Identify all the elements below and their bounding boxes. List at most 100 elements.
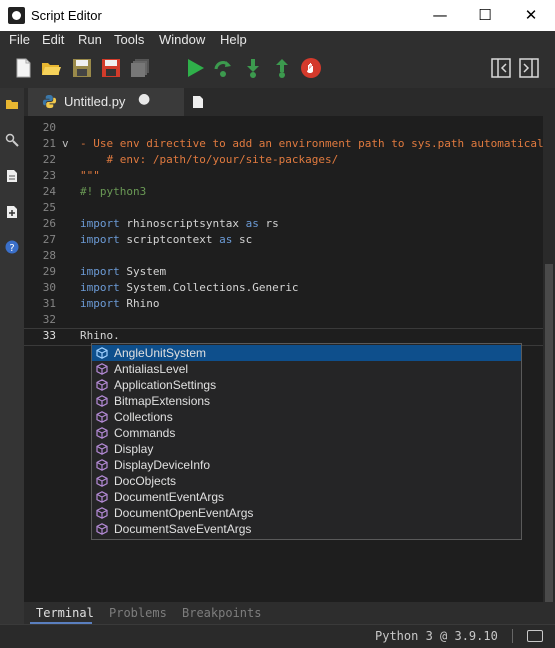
document-icon[interactable] (5, 169, 19, 183)
close-button[interactable]: ✕ (508, 0, 554, 31)
menu-file[interactable]: File (9, 32, 30, 47)
add-document-icon[interactable] (5, 205, 19, 219)
autocomplete-item[interactable]: Display (92, 441, 521, 457)
tab-untitled[interactable]: Untitled.py ● (28, 88, 184, 116)
tab-breakpoints[interactable]: Breakpoints (182, 606, 261, 620)
autocomplete-item[interactable]: DocumentSaveEventArgs (92, 521, 521, 537)
autocomplete-item-label: AntialiasLevel (114, 362, 189, 376)
namespace-icon (96, 459, 108, 471)
autocomplete-item[interactable]: BitmapExtensions (92, 393, 521, 409)
stop-icon[interactable] (300, 57, 322, 79)
status-bar: Python 3 @ 3.9.10 (0, 624, 555, 648)
new-tab-icon[interactable] (192, 95, 204, 109)
tab-problems[interactable]: Problems (109, 606, 167, 620)
autocomplete-item-label: DisplayDeviceInfo (114, 458, 211, 472)
explorer-icon[interactable] (5, 97, 19, 111)
left-sidebar: ? (0, 88, 24, 624)
run-icon[interactable] (184, 57, 206, 79)
autocomplete-item-label: DocumentOpenEventArgs (114, 506, 254, 520)
code-line[interactable]: 23 """ (24, 168, 543, 184)
autocomplete-item[interactable]: AntialiasLevel (92, 361, 521, 377)
fold-toggle-icon[interactable]: v (62, 136, 69, 152)
line-number: 26 (42, 217, 56, 230)
code-line[interactable]: 22 # env: /path/to/your/site-packages/ (24, 152, 543, 168)
app-logo-icon (8, 7, 25, 24)
step-into-icon[interactable] (242, 57, 264, 79)
collapse-right-panel-icon[interactable] (518, 57, 540, 79)
line-number: 20 (42, 121, 56, 134)
autocomplete-popup[interactable]: AngleUnitSystem AntialiasLevel Application… (91, 343, 522, 540)
code-text: import Rhino (80, 296, 160, 312)
code-line[interactable]: 24 #! python3 (24, 184, 543, 200)
autocomplete-item-label: BitmapExtensions (114, 394, 211, 408)
autocomplete-item[interactable]: DocObjects (92, 473, 521, 489)
keyword: as (245, 217, 259, 230)
collapse-left-panel-icon[interactable] (490, 57, 512, 79)
code-text: """ (80, 169, 100, 182)
autocomplete-item-label: DocumentSaveEventArgs (114, 522, 252, 536)
autocomplete-item[interactable]: DisplayDeviceInfo (92, 457, 521, 473)
code-line[interactable]: 21 v - Use env directive to add an environ… (24, 136, 543, 152)
search-icon[interactable] (5, 133, 19, 147)
menu-tools[interactable]: Tools (114, 32, 144, 47)
save-as-icon[interactable] (100, 57, 122, 79)
code-text: Rhino. (80, 329, 120, 342)
python-file-icon (42, 94, 57, 109)
step-out-icon[interactable] (271, 57, 293, 79)
autocomplete-item[interactable]: AngleUnitSystem (92, 345, 521, 361)
namespace-icon (96, 379, 108, 391)
code-line[interactable]: 27 import scriptcontext as sc (24, 232, 543, 248)
keyword: as (219, 233, 233, 246)
code-line[interactable]: 33 Rhino. (24, 328, 543, 344)
vertical-scrollbar[interactable] (543, 116, 555, 614)
toolbar (0, 50, 555, 88)
scrollbar-thumb[interactable] (545, 264, 553, 614)
tab-terminal[interactable]: Terminal (36, 606, 94, 620)
line-number: 29 (42, 265, 56, 278)
namespace-icon (96, 507, 108, 519)
help-icon[interactable]: ? (5, 240, 19, 254)
namespace-icon (96, 395, 108, 407)
namespace-icon (96, 523, 108, 535)
code-text: - Use env directive to add an environmen… (80, 137, 543, 150)
identifier: System.Collections.Generic (119, 281, 299, 294)
code-line[interactable]: 20 (24, 120, 543, 136)
python-version[interactable]: Python 3 @ 3.9.10 (375, 629, 498, 643)
save-icon[interactable] (71, 57, 93, 79)
code-line[interactable]: 32 (24, 312, 543, 328)
code-text: import System.Collections.Generic (80, 280, 299, 296)
alias: sc (232, 233, 253, 246)
editor-tabs: Untitled.py ● (24, 88, 555, 116)
code-line[interactable]: 28 (24, 248, 543, 264)
save-all-icon[interactable] (129, 57, 151, 79)
autocomplete-item-label: Commands (114, 426, 176, 440)
menu-help[interactable]: Help (220, 32, 247, 47)
line-number: 23 (42, 169, 56, 182)
code-line[interactable]: 29 import System (24, 264, 543, 280)
identifier: Rhino (119, 297, 160, 310)
line-number: 30 (42, 281, 56, 294)
minimize-button[interactable]: — (417, 0, 463, 31)
autocomplete-item[interactable]: Commands (92, 425, 521, 441)
code-line[interactable]: 26 import rhinoscriptsyntax as rs (24, 216, 543, 232)
autocomplete-item[interactable]: ApplicationSettings (92, 377, 521, 393)
panel-toggle-icon[interactable] (527, 630, 543, 642)
menu-window[interactable]: Window (159, 32, 205, 47)
autocomplete-item[interactable]: DocumentOpenEventArgs (92, 505, 521, 521)
menu-run[interactable]: Run (78, 32, 102, 47)
line-number: 25 (42, 201, 56, 214)
step-over-icon[interactable] (212, 57, 234, 79)
namespace-icon (96, 475, 108, 487)
code-line[interactable]: 31 import Rhino (24, 296, 543, 312)
autocomplete-item[interactable]: Collections (92, 409, 521, 425)
keyword: import (80, 217, 120, 230)
keyword: import (80, 297, 120, 310)
code-line[interactable]: 25 (24, 200, 543, 216)
code-text: #! python3 (80, 185, 147, 198)
code-line[interactable]: 30 import System.Collections.Generic (24, 280, 543, 296)
autocomplete-item[interactable]: DocumentEventArgs (92, 489, 521, 505)
maximize-button[interactable]: ☐ (462, 0, 508, 31)
open-folder-icon[interactable] (40, 57, 62, 79)
new-file-icon[interactable] (12, 57, 34, 79)
menu-edit[interactable]: Edit (42, 32, 64, 47)
